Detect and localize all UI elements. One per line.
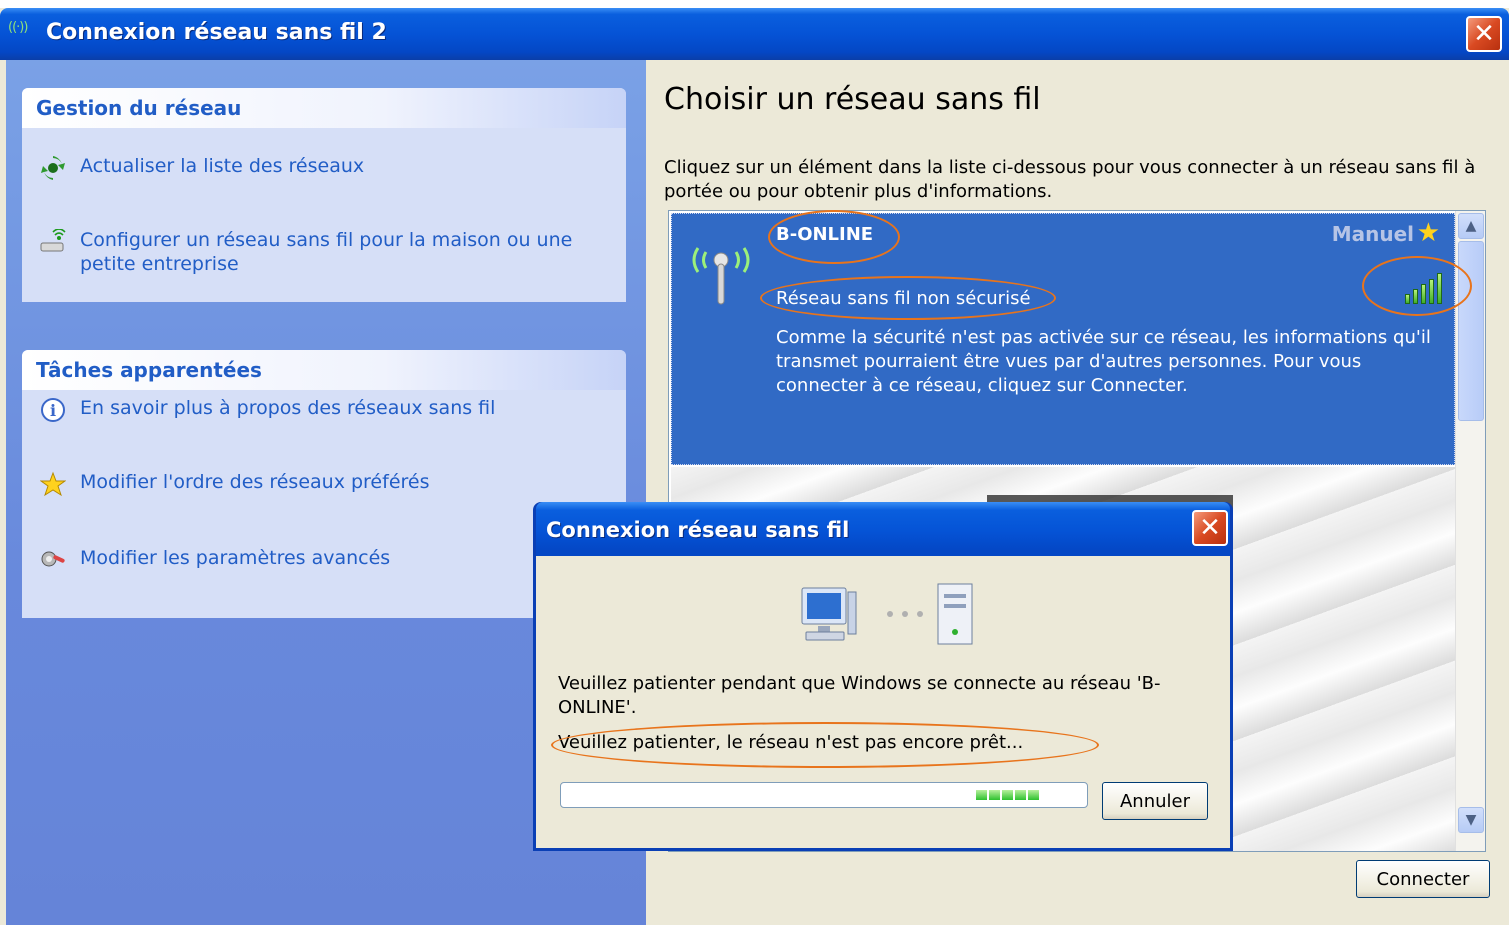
network-list-scrollbar[interactable]: ▲ ▼	[1455, 211, 1485, 851]
setup-wireless-network-link[interactable]: Configurer un réseau sans fil pour la ma…	[38, 228, 608, 276]
dialog-close-button[interactable]: ✕	[1192, 510, 1228, 546]
dialog-body: Veuillez patienter pendant que Windows s…	[536, 556, 1230, 848]
network-description: Comme la sécurité n'est pas activée sur …	[776, 327, 1431, 396]
connection-mode-label: Manuel	[1331, 222, 1414, 246]
preferred-star-icon: ★	[1416, 218, 1440, 248]
window-title: Connexion réseau sans fil 2	[46, 20, 387, 45]
cancel-button[interactable]: Annuler	[1102, 782, 1208, 820]
change-advanced-settings-link[interactable]: Modifier les paramètres avancés	[38, 546, 390, 574]
wireless-antenna-icon	[686, 234, 756, 306]
network-name: B-ONLINE	[776, 224, 874, 245]
task-label: Configurer un réseau sans fil pour la ma…	[80, 229, 573, 275]
scroll-down-button[interactable]: ▼	[1458, 807, 1484, 833]
learn-about-wireless-link[interactable]: i En savoir plus à propos des réseaux sa…	[38, 396, 495, 424]
dialog-title: Connexion réseau sans fil	[546, 518, 850, 542]
change-preferred-order-link[interactable]: Modifier l'ordre des réseaux préférés	[38, 470, 430, 498]
scroll-up-button[interactable]: ▲	[1458, 213, 1484, 239]
progress-indicator	[976, 790, 1039, 800]
network-list-item-b-online[interactable]: B-ONLINE Manuel ★ Réseau sans fil non sé…	[671, 213, 1455, 465]
scroll-thumb[interactable]	[1458, 241, 1484, 421]
related-tasks-heading: Tâches apparentées	[22, 350, 626, 390]
network-management-heading: Gestion du réseau	[22, 88, 626, 128]
task-label: Actualiser la liste des réseaux	[80, 155, 365, 177]
signal-strength-icon	[1405, 272, 1442, 304]
task-label: Modifier les paramètres avancés	[80, 547, 391, 569]
task-label: Modifier l'ordre des réseaux préférés	[80, 471, 430, 493]
connection-progress-dialog: Connexion réseau sans fil ✕ Veuillez pat…	[533, 502, 1233, 851]
star-icon	[38, 470, 68, 498]
wireless-setup-icon	[38, 228, 68, 256]
close-icon: ✕	[1473, 19, 1495, 49]
chevron-down-icon: ▼	[1465, 812, 1477, 828]
dialog-message: Veuillez patienter pendant que Windows s…	[558, 673, 1161, 718]
info-icon: i	[38, 396, 68, 424]
page-title: Choisir un réseau sans fil	[664, 82, 1041, 117]
window-close-button[interactable]: ✕	[1466, 16, 1502, 52]
task-label: En savoir plus à propos des réseaux sans…	[80, 397, 496, 419]
dialog-titlebar[interactable]: Connexion réseau sans fil ✕	[536, 502, 1230, 556]
network-management-panel: Gestion du réseau Actualiser la liste de…	[22, 88, 626, 302]
refresh-network-list-link[interactable]: Actualiser la liste des réseaux	[38, 154, 364, 182]
instructions-text: Cliquez sur un élément dans la liste ci-…	[664, 157, 1476, 202]
connect-button[interactable]: Connecter	[1356, 860, 1490, 898]
window-titlebar[interactable]: ((·)) Connexion réseau sans fil 2 ✕	[0, 8, 1509, 60]
connection-progress-bar	[560, 782, 1088, 808]
chevron-up-icon: ▲	[1465, 218, 1477, 234]
refresh-icon	[38, 154, 68, 182]
advanced-settings-icon	[38, 546, 68, 574]
network-connecting-icon	[798, 582, 978, 650]
dialog-status: Veuillez patienter, le réseau n'est pas …	[558, 732, 1024, 753]
svg-text:i: i	[50, 401, 56, 420]
network-security-status: Réseau sans fil non sécurisé	[776, 288, 1031, 309]
close-icon: ✕	[1199, 513, 1221, 543]
wireless-network-icon: ((·))	[8, 20, 28, 35]
